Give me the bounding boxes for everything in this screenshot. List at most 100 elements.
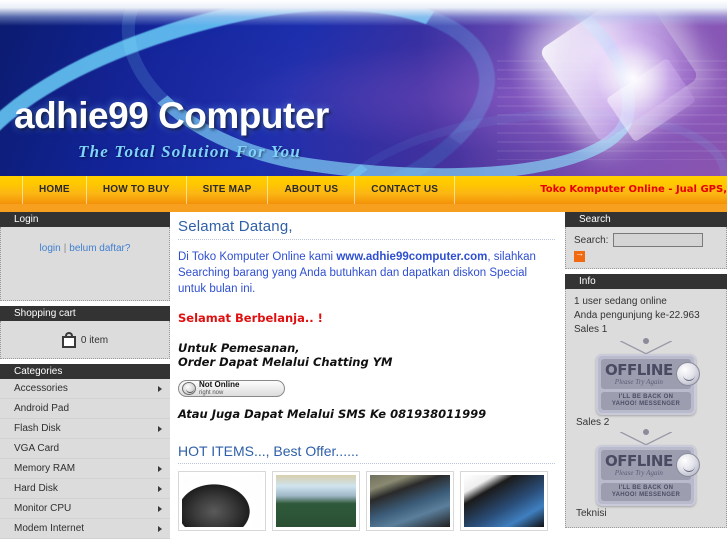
chevron-right-icon — [158, 486, 162, 492]
main-navigation: HOME HOW TO BUY SITE MAP ABOUT US CONTAC… — [0, 176, 727, 204]
offline-sign-bottom: I'LL BE BACK ON YAHOO! MESSENGER — [601, 483, 691, 501]
search-label: Search: — [574, 234, 609, 246]
panel-login-title: Login — [0, 212, 170, 227]
category-list: Accessories Android Pad Flash Disk VGA C… — [0, 379, 170, 539]
site-tagline: The Total Solution For You — [78, 142, 301, 161]
offline-subtext: Please Try Again — [614, 377, 663, 386]
offline-sign-text: OFFLINE Please Try Again — [605, 451, 673, 477]
chevron-right-icon — [158, 526, 162, 532]
panel-info-title: Info — [565, 274, 727, 289]
chevron-right-icon — [158, 466, 162, 472]
yahoo-smiley-icon — [675, 453, 700, 477]
online-users-text: 1 user sedang online — [574, 296, 667, 307]
ym-status-secondary: right now — [199, 390, 224, 396]
banner-top-fade — [0, 0, 727, 26]
shopping-greeting: Selamat Berbelanja.. ! — [178, 311, 323, 325]
nav-item-site-map[interactable]: SITE MAP — [187, 176, 269, 204]
cart-summary-row[interactable]: 0 item — [9, 327, 161, 352]
banner-glow-decoration — [585, 30, 681, 126]
site-logo: adhie99 Computer — [14, 95, 329, 136]
offline-label: OFFLINE — [605, 451, 673, 470]
panel-categories-title: Categories — [0, 364, 170, 379]
category-label: Flash Disk — [14, 423, 61, 434]
order-instructions: Untuk Pemesanan, Order Dapat Melalui Cha… — [178, 341, 555, 369]
category-label: Memory RAM — [14, 463, 76, 474]
panel-login-body: login | belum daftar? — [0, 227, 170, 301]
category-item-flash-disk[interactable]: Flash Disk — [0, 419, 170, 439]
nav-item-how-to-buy[interactable]: HOW TO BUY — [87, 176, 187, 204]
offline-bottom-line1: I'LL BE BACK ON — [618, 394, 674, 400]
category-label: Monitor CPU — [14, 503, 72, 514]
category-label: Accessories — [14, 383, 68, 394]
panel-login: Login login | belum daftar? — [0, 212, 170, 301]
product-thumbnail-image — [276, 475, 356, 527]
panel-search-body: Search: — [565, 227, 727, 269]
category-item-monitor-cpu[interactable]: Monitor CPU — [0, 499, 170, 519]
ym-offline-sign-sales1[interactable]: OFFLINE Please Try Again I'LL BE BACK ON… — [574, 338, 718, 415]
category-item-memory-ram[interactable]: Memory RAM — [0, 459, 170, 479]
offline-sign-text: OFFLINE Please Try Again — [605, 360, 673, 386]
chevron-right-icon — [158, 386, 162, 392]
login-link[interactable]: login — [40, 243, 61, 254]
login-links: login | belum daftar? — [9, 243, 161, 254]
nav-item-contact-us[interactable]: CONTACT US — [355, 176, 456, 204]
nav-item-about-us[interactable]: ABOUT US — [268, 176, 356, 204]
category-item-hard-disk[interactable]: Hard Disk — [0, 479, 170, 499]
cart-item-count: 0 item — [80, 334, 109, 346]
panel-shopping-cart: Shopping cart 0 item — [0, 306, 170, 359]
product-card[interactable] — [272, 471, 360, 531]
sales2-label: Sales 2 — [576, 417, 610, 428]
sidebar-left: Login login | belum daftar? Shopping cart … — [0, 212, 170, 545]
accent-strip — [0, 204, 727, 212]
panel-info: Info 1 user sedang online Anda pengunjun… — [565, 274, 727, 528]
offline-label: OFFLINE — [605, 360, 673, 379]
site-url-link[interactable]: www.adhie99computer.com — [336, 251, 487, 263]
panel-info-body: 1 user sedang online Anda pengunjung ke-… — [565, 289, 727, 528]
product-card[interactable] — [460, 471, 548, 531]
search-input[interactable] — [613, 233, 704, 247]
chevron-right-icon — [158, 426, 162, 432]
page-title: Selamat Datang, — [178, 218, 555, 240]
page-root: adhie99 Computer The Total Solution For … — [0, 0, 727, 545]
header-banner: adhie99 Computer The Total Solution For … — [0, 0, 727, 176]
offline-subtext: Please Try Again — [614, 468, 663, 477]
sign-hook-icon — [620, 338, 672, 354]
search-submit-button[interactable] — [574, 248, 585, 262]
order-line-1: Untuk Pemesanan, — [178, 341, 300, 355]
main-content: Selamat Datang, Di Toko Komputer Online … — [170, 212, 565, 545]
offline-sign-top: OFFLINE Please Try Again — [601, 450, 700, 480]
yahoo-messenger-icon — [182, 382, 196, 395]
sales1-label: Sales 1 — [574, 324, 608, 335]
category-item-android-pad[interactable]: Android Pad — [0, 399, 170, 419]
search-row: Search: — [574, 233, 718, 247]
panel-search: Search Search: — [565, 212, 727, 269]
nav-item-list: HOME HOW TO BUY SITE MAP ABOUT US CONTAC… — [0, 176, 456, 204]
register-link[interactable]: belum daftar? — [69, 243, 130, 254]
welcome-text-part1: Di Toko Komputer Online kami — [178, 251, 337, 263]
sign-hook-icon — [620, 429, 672, 445]
nav-item-home[interactable]: HOME — [22, 176, 87, 204]
panel-categories: Categories Accessories Android Pad Flash… — [0, 364, 170, 539]
product-card[interactable] — [178, 471, 266, 531]
nav-marquee-text: Toko Komputer Online - Jual GPS, — [540, 184, 727, 195]
category-label: Hard Disk — [14, 483, 58, 494]
yahoo-messenger-status-button[interactable]: Not Online right now — [178, 380, 285, 397]
product-thumbnail-image — [182, 475, 262, 527]
chevron-right-icon — [158, 506, 162, 512]
ym-offline-sign-sales2[interactable]: OFFLINE Please Try Again I'LL BE BACK ON… — [574, 429, 718, 506]
category-item-modem-internet[interactable]: Modem Internet — [0, 519, 170, 539]
category-item-vga-card[interactable]: VGA Card — [0, 439, 170, 459]
product-card[interactable] — [366, 471, 454, 531]
panel-cart-title: Shopping cart — [0, 306, 170, 321]
offline-sign-top: OFFLINE Please Try Again — [601, 359, 700, 389]
teknisi-label: Teknisi — [576, 508, 607, 519]
ym-status-text: Not Online right now — [199, 380, 240, 397]
offline-sign-bottom: I'LL BE BACK ON YAHOO! MESSENGER — [601, 392, 691, 410]
welcome-paragraph: Di Toko Komputer Online kami www.adhie99… — [178, 249, 555, 297]
ym-status-primary: Not Online — [199, 380, 240, 389]
order-line-2: Order Dapat Melalui Chatting YM — [178, 355, 393, 369]
category-item-accessories[interactable]: Accessories — [0, 379, 170, 399]
offline-sign: OFFLINE Please Try Again I'LL BE BACK ON… — [596, 354, 700, 415]
hot-items-product-grid — [178, 471, 555, 531]
visitor-counter-text: Anda pengunjung ke-22.963 — [574, 310, 700, 321]
